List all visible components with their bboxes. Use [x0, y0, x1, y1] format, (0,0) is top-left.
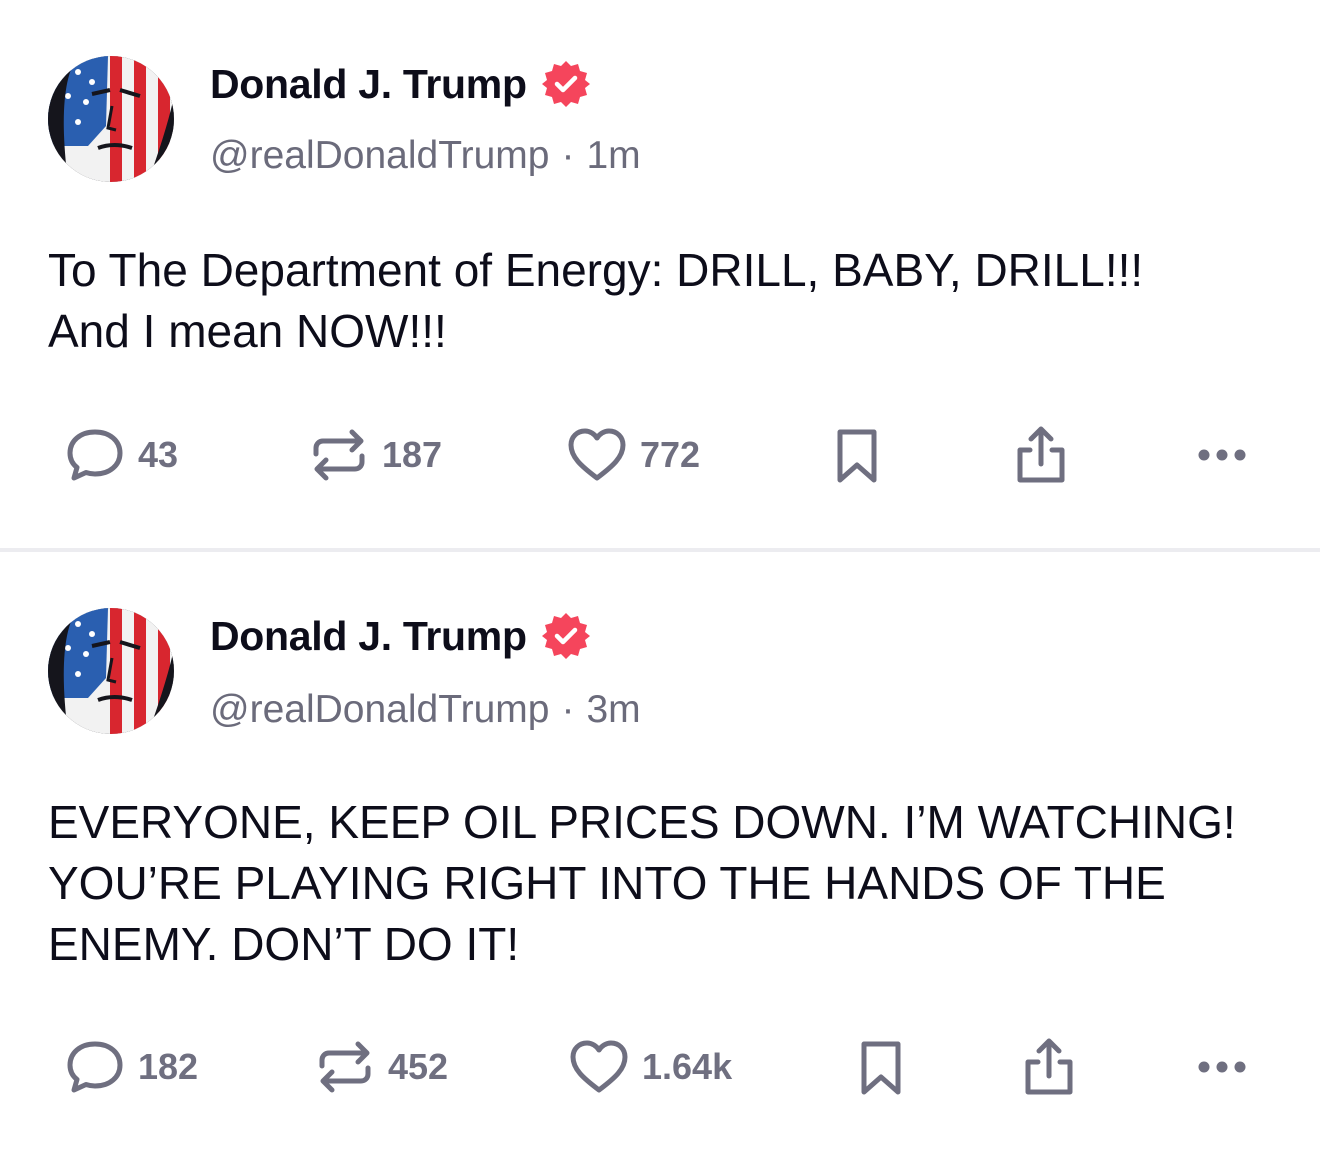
- post-text: To The Department of Energy: DRILL, BABY…: [48, 244, 1144, 357]
- like-count: 1.64k: [642, 1046, 733, 1087]
- more-dots-icon: [1194, 424, 1256, 486]
- bookmark-icon: [850, 1036, 912, 1098]
- author-row: Donald J. Trump: [210, 606, 591, 666]
- post[interactable]: Donald J. Trump @realDonaldTrump · 1m To…: [0, 0, 1320, 550]
- repost-button[interactable]: 452: [314, 1036, 448, 1098]
- repost-count: 452: [388, 1046, 449, 1087]
- post[interactable]: Donald J. Trump @realDonaldTrump · 3m EV…: [0, 552, 1320, 1157]
- author-row: Donald J. Trump: [210, 54, 591, 114]
- avatar[interactable]: [48, 56, 174, 182]
- heart-icon: [566, 424, 628, 486]
- heart-icon: [568, 1036, 630, 1098]
- post-timestamp[interactable]: 1m: [586, 134, 640, 178]
- repost-count: 187: [382, 434, 443, 475]
- avatar[interactable]: [48, 608, 174, 734]
- speech-bubble-icon: [64, 1036, 126, 1098]
- reply-button[interactable]: 182: [64, 1036, 198, 1098]
- more-dots-icon: [1194, 1036, 1256, 1098]
- author-meta: @realDonaldTrump · 3m: [210, 682, 641, 738]
- bookmark-button[interactable]: [826, 424, 888, 486]
- author-name[interactable]: Donald J. Trump: [210, 613, 527, 660]
- meta-separator: ·: [561, 134, 575, 177]
- more-options-button[interactable]: [1194, 424, 1256, 486]
- more-options-button[interactable]: [1194, 1036, 1256, 1098]
- author-meta: @realDonaldTrump · 1m: [210, 128, 641, 184]
- share-button[interactable]: [1010, 424, 1072, 486]
- repost-button[interactable]: 187: [308, 424, 442, 486]
- repost-arrows-icon: [314, 1036, 376, 1098]
- author-handle[interactable]: @realDonaldTrump: [210, 688, 549, 732]
- like-button[interactable]: 772: [566, 424, 700, 486]
- reply-count: 43: [138, 434, 179, 475]
- like-button[interactable]: 1.64k: [568, 1036, 732, 1098]
- post-timestamp[interactable]: 3m: [586, 688, 640, 732]
- share-button[interactable]: [1018, 1036, 1080, 1098]
- bookmark-icon: [826, 424, 888, 486]
- reply-count: 182: [138, 1046, 199, 1087]
- flag-face-avatar-icon: [48, 56, 174, 182]
- reply-button[interactable]: 43: [64, 424, 178, 486]
- share-icon: [1010, 424, 1072, 486]
- author-handle[interactable]: @realDonaldTrump: [210, 134, 549, 178]
- verified-badge-icon: [541, 59, 591, 109]
- author-name[interactable]: Donald J. Trump: [210, 61, 527, 108]
- like-count: 772: [640, 434, 701, 475]
- share-icon: [1018, 1036, 1080, 1098]
- verified-badge-icon: [541, 611, 591, 661]
- meta-separator: ·: [561, 688, 575, 731]
- bookmark-button[interactable]: [850, 1036, 912, 1098]
- post-text: EVERYONE, KEEP OIL PRICES DOWN. I’M WATC…: [48, 796, 1236, 970]
- repost-arrows-icon: [308, 424, 370, 486]
- speech-bubble-icon: [64, 424, 126, 486]
- flag-face-avatar-icon: [48, 608, 174, 734]
